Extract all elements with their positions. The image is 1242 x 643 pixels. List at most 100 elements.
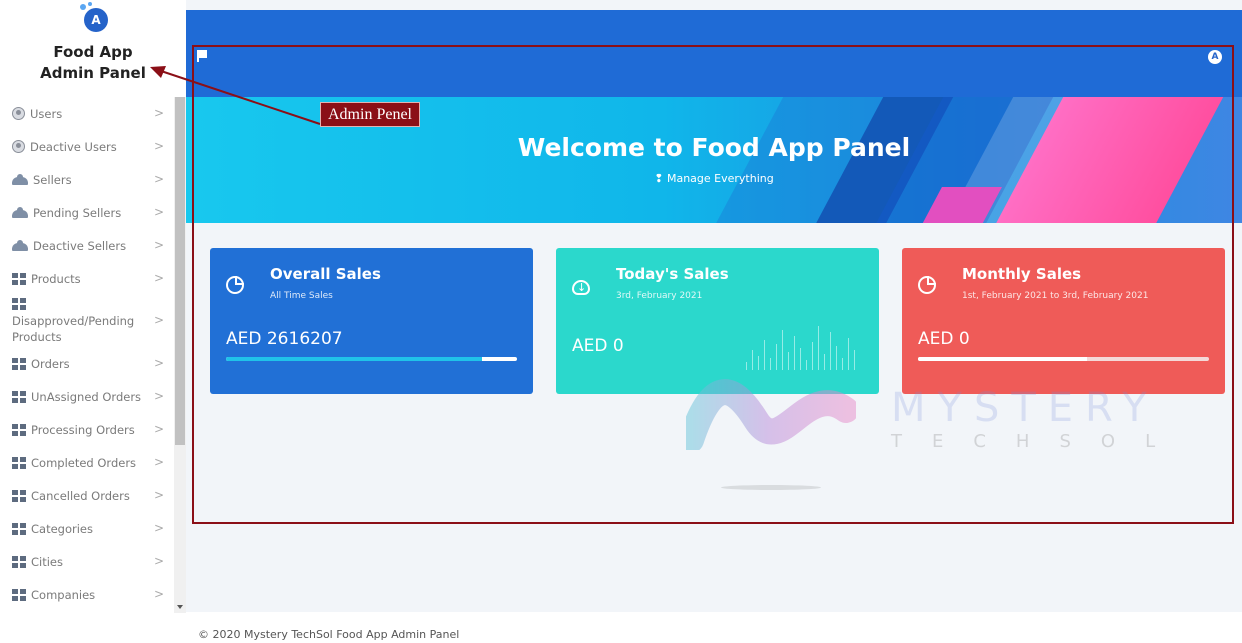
sidebar-scrollbar[interactable] <box>174 97 186 613</box>
sidebar-item-label: Companies <box>31 587 96 602</box>
sidebar-item-deactive-users[interactable]: Deactive Users > <box>0 130 174 163</box>
grid-icon <box>12 423 26 436</box>
sidebar-item-deactive-sellers[interactable]: Deactive Sellers > <box>0 229 174 262</box>
scroll-down-arrow-icon[interactable] <box>177 605 183 609</box>
sparkline-bar <box>854 350 855 370</box>
users-group-icon <box>12 207 28 218</box>
sparkline-bar <box>764 340 765 370</box>
grid-icon <box>12 555 26 568</box>
sidebar-item-processing-orders[interactable]: Processing Orders > <box>0 413 174 446</box>
grid-icon <box>12 357 26 370</box>
sidebar-item-label: Categories <box>31 521 93 536</box>
user-avatar[interactable]: A <box>1208 50 1222 64</box>
sidebar-item-users[interactable]: Users > <box>0 97 174 130</box>
sparkline-bar <box>806 360 807 370</box>
sparkline-bar <box>758 356 759 370</box>
grid-icon <box>12 522 26 535</box>
sparkline-bar <box>782 330 783 370</box>
page-title: Welcome to Food App Panel <box>517 133 911 162</box>
chevron-right-icon: > <box>153 421 164 436</box>
sparkline-bar <box>788 352 789 370</box>
grid-icon <box>12 489 26 502</box>
sidebar-item-label: Deactive Users <box>30 139 117 154</box>
overall-sales-card: Overall Sales All Time Sales AED 2616207 <box>210 248 533 394</box>
chevron-right-icon: > <box>153 105 164 120</box>
sparkline-bar <box>836 346 837 370</box>
page-subtitle: ❢ Manage Everything <box>654 172 774 185</box>
chevron-right-icon: > <box>153 553 164 568</box>
sparkline-bar <box>770 358 771 370</box>
sidebar-item-unassigned-orders[interactable]: UnAssigned Orders > <box>0 380 174 413</box>
card-value: AED 0 <box>918 329 970 349</box>
grid-icon <box>12 297 26 310</box>
sidebar-item-label: Pending Sellers <box>33 205 122 220</box>
users-group-icon <box>12 240 28 251</box>
sidebar-item-pending-sellers[interactable]: Pending Sellers > <box>0 196 174 229</box>
sidebar-item-disapproved-pending-products[interactable]: Disapproved/Pending Products > <box>0 295 174 347</box>
grid-icon <box>12 390 26 403</box>
sidebar-item-cancelled-orders[interactable]: Cancelled Orders > <box>0 479 174 512</box>
sidebar-item-label: Cities <box>31 554 63 569</box>
sparkline-decoration <box>746 320 866 370</box>
user-circle-icon <box>12 140 25 153</box>
footer-copyright: © 2020 Mystery TechSol Food App Admin Pa… <box>198 628 460 641</box>
sidebar-item-completed-orders[interactable]: Completed Orders > <box>0 446 174 479</box>
sparkline-bar <box>848 338 849 370</box>
sidebar-item-categories[interactable]: Categories > <box>0 512 174 545</box>
grid-icon <box>12 272 26 285</box>
sidebar-item-companies[interactable]: Companies > <box>0 578 174 611</box>
progress-bar <box>226 357 517 361</box>
card-subtitle: 1st, February 2021 to 3rd, February 2021 <box>962 291 1149 301</box>
sidebar: A Food App Admin Panel Users > Deactive … <box>0 0 186 643</box>
user-circle-icon <box>12 107 25 120</box>
brand[interactable]: A Food App Admin Panel <box>0 0 186 95</box>
progress-bar <box>918 357 1209 361</box>
chevron-right-icon: > <box>153 138 164 153</box>
cloud-download-icon <box>572 280 590 295</box>
sparkline-bar <box>824 354 825 370</box>
sidebar-item-label: Sellers <box>33 172 72 187</box>
sidebar-item-sellers[interactable]: Sellers > <box>0 163 174 196</box>
progress-fill <box>226 357 483 361</box>
scrollbar-thumb[interactable] <box>175 97 185 445</box>
chevron-right-icon: > <box>153 454 164 469</box>
sidebar-item-label: Completed Orders <box>31 455 137 470</box>
users-group-icon <box>12 174 28 185</box>
card-value: AED 2616207 <box>226 329 343 349</box>
sparkline-bar <box>800 348 801 370</box>
sparkline-bar <box>842 358 843 370</box>
sparkline-bar <box>812 342 813 370</box>
chevron-right-icon: > <box>153 237 164 252</box>
sidebar-item-orders[interactable]: Orders > <box>0 347 174 380</box>
sidebar-item-label: Deactive Sellers <box>33 238 127 253</box>
chevron-right-icon: > <box>153 355 164 370</box>
card-title: Today's Sales <box>616 265 729 283</box>
pie-chart-icon <box>918 276 936 294</box>
sparkline-bar <box>818 326 819 370</box>
chevron-right-icon: > <box>153 313 164 327</box>
sidebar-item-cities[interactable]: Cities > <box>0 545 174 578</box>
chevron-right-icon: > <box>153 520 164 535</box>
annotation-label: Admin Penel <box>320 102 420 127</box>
todays-sales-card: Today's Sales 3rd, February 2021 AED 0 <box>556 248 879 394</box>
pie-chart-icon <box>226 276 244 294</box>
progress-fill <box>918 357 1087 361</box>
chevron-right-icon: > <box>153 487 164 502</box>
brand-title: Food App Admin Panel <box>40 43 146 82</box>
sidebar-item-label: Users <box>30 106 63 121</box>
flag-icon[interactable] <box>197 50 207 62</box>
sidebar-item-products[interactable]: Products > <box>0 262 174 295</box>
app-logo-icon: A <box>80 2 108 32</box>
top-navbar: A <box>186 10 1242 97</box>
footer: © 2020 Mystery TechSol Food App Admin Pa… <box>186 612 1242 643</box>
watermark-sub: TECHSOL <box>891 431 1186 452</box>
sidebar-item-label: Products <box>31 271 81 286</box>
card-subtitle: 3rd, February 2021 <box>616 291 703 301</box>
monthly-sales-card: Monthly Sales 1st, February 2021 to 3rd,… <box>902 248 1225 394</box>
watermark-shadow <box>721 485 821 490</box>
card-title: Overall Sales <box>270 265 381 283</box>
sparkline-bar <box>776 344 777 370</box>
sidebar-item-label: Cancelled Orders <box>31 488 130 503</box>
sidebar-item-label: Processing Orders <box>31 422 135 437</box>
chevron-right-icon: > <box>153 388 164 403</box>
